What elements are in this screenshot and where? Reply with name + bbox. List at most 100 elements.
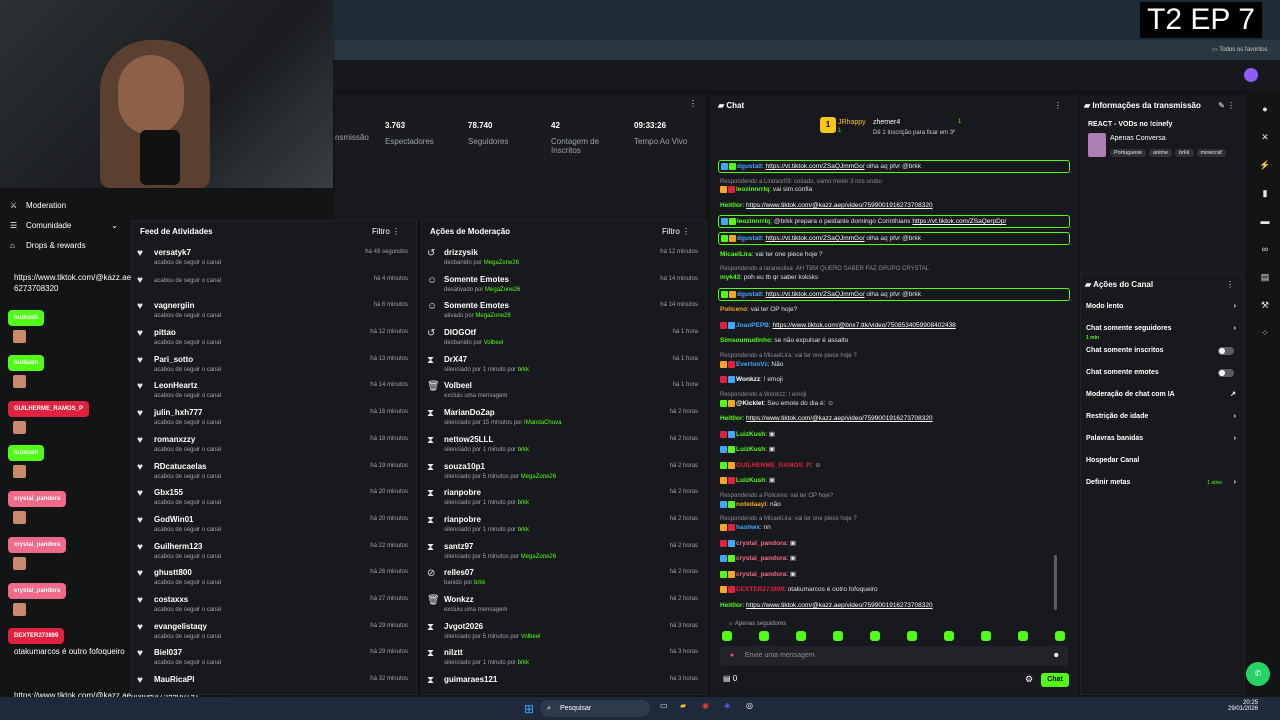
activity-filter[interactable]: Filtro ⋮ — [372, 221, 400, 243]
moderation-target[interactable]: nettow25LLL — [444, 430, 706, 444]
link-icon[interactable]: ∞ — [1250, 235, 1280, 263]
tool-icon[interactable]: ⚒ — [1250, 291, 1280, 319]
emote-shortcut[interactable] — [759, 631, 769, 641]
moderator-name[interactable]: brkk — [518, 527, 529, 533]
moderator-name[interactable]: brkk — [474, 580, 485, 586]
layout-icon[interactable]: ▤ — [1250, 263, 1280, 291]
chat-link[interactable]: https://vt.tiktok.com/ZSaQJmmGo/ — [766, 291, 865, 298]
moderator-name[interactable]: brkk — [518, 500, 529, 506]
crosshair-icon[interactable]: ✕ — [1250, 123, 1280, 151]
message-icon[interactable]: ▬ — [1250, 207, 1280, 235]
tag-3[interactable]: minecraf — [1196, 149, 1226, 157]
chat-username[interactable]: DEXTER273899 — [736, 586, 784, 593]
chat-username[interactable]: myk43 — [720, 274, 740, 281]
tag-2[interactable]: brkk — [1175, 149, 1194, 157]
moderation-target[interactable]: DrX47 — [444, 350, 706, 364]
action-item-4[interactable]: Moderação de chat com IA ↗ — [1081, 384, 1244, 406]
moderator-name[interactable]: brkk — [518, 447, 529, 453]
emote-shortcut[interactable] — [833, 631, 843, 641]
chat-link[interactable]: https://vt.tiktok.com/ZSaQJmmGo/ — [766, 163, 865, 170]
emote-shortcut[interactable] — [1055, 631, 1065, 641]
chat-link[interactable]: https://www.tiktok.com/@kazz.aep/video/7… — [746, 415, 933, 422]
moderation-target[interactable]: santz97 — [444, 537, 706, 551]
chat-username[interactable]: Heit0or — [720, 415, 742, 422]
moderator-name[interactable]: brkk — [518, 660, 529, 666]
chat-username[interactable]: LuizKush — [736, 477, 765, 484]
chat-username[interactable]: notedaayi — [736, 501, 766, 508]
moderation-target[interactable]: relles07 — [444, 563, 706, 577]
chat-username[interactable]: EvertonVz — [736, 361, 768, 368]
moderation-target[interactable]: Jvgot2026 — [444, 617, 706, 631]
action-item-0[interactable]: Modo lento › — [1081, 296, 1244, 318]
top-user-2[interactable]: zhemer4 — [873, 119, 900, 126]
action-item-1[interactable]: Chat somente seguidores 1 min › — [1081, 318, 1244, 341]
info-circle-icon[interactable]: ● — [1250, 95, 1280, 123]
chat-username[interactable]: GUILHERME_RAMOS_P — [736, 462, 811, 469]
clock[interactable]: 20:25 29/01/2026 — [1228, 700, 1258, 712]
moderation-target[interactable]: souza10p1 — [444, 457, 706, 471]
actions-more-icon[interactable]: ⋮ — [1226, 274, 1234, 296]
bolt-icon[interactable]: ⚡ — [1250, 151, 1280, 179]
chat-link[interactable]: https://vt.tiktok.com/ZSaQerpDp/ — [912, 218, 1006, 225]
chat-username[interactable]: Simsoumudinho — [720, 337, 771, 344]
chat-username[interactable]: crystal_pandora — [736, 540, 786, 547]
emote-shortcut[interactable] — [722, 631, 732, 641]
moderation-target[interactable]: MarianDoZap — [444, 403, 706, 417]
moderator-name[interactable]: MegaZone26 — [485, 287, 520, 293]
tag-1[interactable]: anime — [1149, 149, 1173, 157]
action-item-7[interactable]: Hospedar Canal — [1081, 450, 1244, 472]
toggle-switch[interactable] — [1218, 347, 1234, 355]
moderator-name[interactable]: MegaZone26 — [521, 554, 556, 560]
chat-link[interactable]: https://www.tiktok.com/@kazz.aep/video/7… — [746, 202, 933, 209]
moderation-target[interactable]: Wonkzz — [444, 590, 706, 604]
all-favorites[interactable]: ▭ Todos os favoritos — [1212, 46, 1268, 53]
discord-icon[interactable]: ◈ — [724, 701, 730, 710]
folder-icon[interactable]: ▰ — [680, 701, 686, 710]
emoji-icon[interactable]: ☻ — [1053, 646, 1060, 666]
sidebar-item-2[interactable]: ⌂ Drops & rewards — [0, 236, 128, 256]
moderator-name[interactable]: brkk — [518, 367, 529, 373]
moderator-name[interactable]: Volbeel — [521, 634, 541, 640]
gear-icon[interactable]: ⚙ — [1025, 674, 1033, 685]
chat-username[interactable]: LuizKush — [736, 431, 765, 438]
moderator-name[interactable]: MegaZone26 — [475, 313, 510, 319]
chat-username[interactable]: crystal_pandora — [736, 571, 786, 578]
chat-username[interactable]: crystal_pandora — [736, 555, 786, 562]
chat-scrollbar[interactable] — [1054, 555, 1057, 610]
chat-username[interactable]: MicaelLira — [720, 251, 752, 258]
phone-icon[interactable]: ▮ — [1250, 179, 1280, 207]
moderation-filter[interactable]: Filtro ⋮ — [662, 221, 690, 243]
chat-username[interactable]: Wonkzz — [736, 376, 760, 383]
chat-username[interactable]: dgusta0 — [737, 163, 762, 170]
chat-username[interactable]: leozinnrrlq — [736, 186, 769, 193]
emote-shortcut[interactable] — [796, 631, 806, 641]
taskbar-search[interactable]: ⌕ Pesquisar — [540, 700, 650, 717]
chat-username[interactable]: dgusta0 — [737, 291, 762, 298]
moderator-name[interactable]: MegaZone26 — [521, 474, 556, 480]
obs-icon[interactable]: ◎ — [746, 701, 753, 710]
chat-link[interactable]: https://vt.tiktok.com/ZSaQJmmGo/ — [766, 235, 865, 242]
chat-username[interactable]: JoaoPEPB — [736, 322, 769, 329]
moderator-name[interactable]: MegaZone26 — [484, 260, 519, 266]
action-item-5[interactable]: Restrição de idade › — [1081, 406, 1244, 428]
action-item-6[interactable]: Palavras banidas › — [1081, 428, 1244, 450]
chat-link[interactable]: https://www.tiktok.com/@bnx7.ttk/video/7… — [773, 322, 956, 329]
chat-username[interactable]: Heit0or — [720, 602, 742, 609]
emote-shortcut[interactable] — [944, 631, 954, 641]
chat-username[interactable]: Policeno — [720, 306, 747, 313]
emote-shortcut[interactable] — [870, 631, 880, 641]
action-item-2[interactable]: Chat somente inscritos — [1081, 340, 1244, 362]
chat-username[interactable]: @Kicklet — [736, 400, 764, 407]
action-item-3[interactable]: Chat somente emotes — [1081, 362, 1244, 384]
chat-more-icon[interactable]: ⋮ — [1054, 95, 1062, 117]
chat-username[interactable]: dgusta0 — [737, 235, 762, 242]
apps-icon[interactable]: ⁘ — [1250, 319, 1280, 347]
sidebar-item-0[interactable]: ⚔ Moderation — [0, 196, 128, 216]
whatsapp-icon[interactable]: ✆ — [1246, 662, 1270, 686]
emote-shortcut[interactable] — [1018, 631, 1028, 641]
sidebar-item-1[interactable]: ☰ Comunidade ⌄ — [0, 216, 128, 236]
more-icon[interactable]: ⋮ — [689, 99, 697, 108]
windows-icon[interactable]: ⊞ — [524, 702, 534, 716]
top-user-1[interactable]: JRhappy — [838, 119, 866, 126]
moderation-target[interactable]: nilztt — [444, 643, 706, 657]
